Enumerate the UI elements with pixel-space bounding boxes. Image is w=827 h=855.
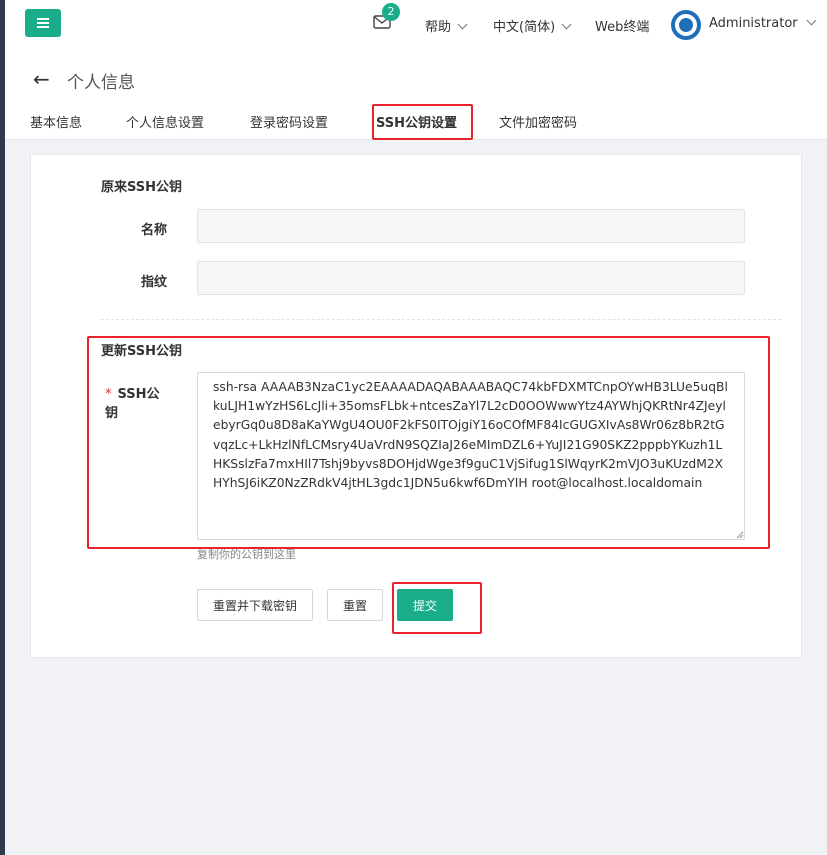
old-key-name-field — [197, 209, 745, 243]
language-label: 中文(简体) — [493, 20, 556, 35]
name-label: 名称 — [140, 223, 167, 238]
user-name: Administrator — [709, 16, 798, 31]
section-divider — [101, 319, 781, 320]
ssh-key-label-text: SSH公钥 — [105, 387, 160, 421]
old-key-fingerprint-field — [197, 261, 745, 295]
tab-profile-settings[interactable]: 个人信息设置 — [126, 112, 204, 131]
back-arrow-icon[interactable]: ← — [33, 67, 50, 91]
reset-download-button[interactable]: 重置并下载密钥 — [197, 589, 313, 621]
menu-toggle-button[interactable] — [25, 9, 61, 37]
ssh-key-form-card: 原来SSH公钥 名称 指纹 更新SSH公钥 * SSH公钥 ssh-rsa AAA… — [30, 154, 802, 658]
fingerprint-label: 指纹 — [140, 275, 167, 290]
reset-button[interactable]: 重置 — [327, 589, 383, 621]
chevron-down-icon — [561, 19, 572, 30]
ssh-key-textarea[interactable]: ssh-rsa AAAAB3NzaC1yc2EAAAADAQABAAABAQC7… — [197, 372, 745, 540]
ssh-key-hint: 复制你的公钥到这里 — [197, 548, 296, 561]
help-label: 帮助 — [425, 20, 452, 35]
avatar[interactable] — [671, 10, 701, 40]
hamburger-icon — [37, 22, 49, 24]
resize-handle-icon[interactable] — [736, 531, 744, 539]
page-header: ← 个人信息 基本信息 个人信息设置 登录密码设置 SSH公钥设置 文件加密密码 — [5, 50, 827, 140]
web-terminal-link[interactable]: Web终端 — [595, 16, 649, 35]
submit-button[interactable]: 提交 — [397, 589, 453, 621]
old-key-section-title: 原来SSH公钥 — [101, 180, 183, 195]
tab-basic-info[interactable]: 基本信息 — [30, 112, 82, 131]
tab-file-encryption[interactable]: 文件加密密码 — [499, 112, 577, 131]
user-menu[interactable]: Administrator — [709, 15, 817, 31]
notification-badge: 2 — [382, 3, 400, 21]
top-navbar: 2 帮助 中文(简体) Web终端 Administrator — [5, 0, 827, 50]
chevron-down-icon — [806, 15, 817, 26]
chevron-down-icon — [457, 19, 468, 30]
tab-login-password[interactable]: 登录密码设置 — [250, 112, 328, 131]
page-title: 个人信息 — [67, 73, 135, 93]
language-menu[interactable]: 中文(简体) — [493, 16, 572, 35]
ssh-key-label: * SSH公钥 — [91, 383, 171, 421]
update-key-section-title: 更新SSH公钥 — [101, 344, 183, 359]
tab-ssh-key[interactable]: SSH公钥设置 — [376, 112, 457, 131]
help-menu[interactable]: 帮助 — [425, 16, 468, 35]
required-mark: * — [105, 387, 112, 402]
